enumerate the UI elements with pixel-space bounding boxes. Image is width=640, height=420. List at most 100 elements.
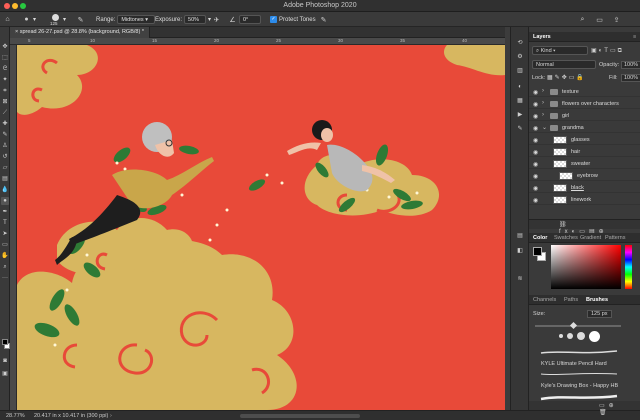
layer-black[interactable]: ◉ black xyxy=(529,183,640,193)
horizontal-scrollbar[interactable] xyxy=(240,414,360,418)
styles-icon[interactable]: ▦ xyxy=(516,97,524,105)
panel-menu-icon[interactable]: ≡ xyxy=(633,34,636,40)
tool-preset-picker[interactable]: ● ▾ xyxy=(22,14,36,25)
clone-stamp-tool-icon[interactable]: ♙ xyxy=(1,142,9,150)
healing-brush-tool-icon[interactable]: ✚ xyxy=(1,120,9,128)
chevron-right-icon[interactable]: › xyxy=(542,112,544,118)
tab-patterns[interactable]: Patterns xyxy=(605,235,625,241)
tab-color[interactable]: Color xyxy=(533,235,547,241)
slider-handle[interactable] xyxy=(569,321,578,330)
lock-icons[interactable]: ▦✎✥▭🔒 xyxy=(547,74,586,81)
visibility-eye-icon[interactable]: ◉ xyxy=(533,101,538,108)
brush-size-slider[interactable] xyxy=(535,321,621,330)
hand-tool-icon[interactable]: ✋ xyxy=(1,252,9,260)
color-picker-field[interactable] xyxy=(551,245,621,289)
libraries-icon[interactable]: ▥ xyxy=(516,67,524,75)
tab-channels[interactable]: Channels xyxy=(533,297,556,303)
layers-footer-buttons[interactable]: ⛓fx◐▭▤⊕🗑 xyxy=(529,219,640,242)
search-button[interactable]: ⌕ xyxy=(578,14,587,25)
document-tab[interactable]: × spread 26-27.psd @ 28.8% (background, … xyxy=(10,27,150,38)
path-select-tool-icon[interactable]: ➤ xyxy=(1,230,9,238)
layer-group-texture[interactable]: ◉ › texture xyxy=(529,87,640,97)
protect-tones-checkbox[interactable]: ✓ xyxy=(270,16,277,23)
screen-mode-icon[interactable]: ▣ xyxy=(1,370,9,378)
visibility-eye-icon[interactable]: ◉ xyxy=(533,113,538,120)
hue-slider[interactable] xyxy=(625,245,632,289)
lasso-tool-icon[interactable]: ᘓ xyxy=(1,65,9,73)
brushes-footer-buttons[interactable]: ▭⊕🗑 xyxy=(529,401,640,416)
visibility-eye-icon[interactable]: ◉ xyxy=(533,197,538,204)
shape-tool-icon[interactable]: ▭ xyxy=(1,241,9,249)
frame-tool-icon[interactable]: ⊠ xyxy=(1,98,9,106)
fill-field[interactable]: 100% xyxy=(621,74,640,82)
chevron-down-icon[interactable]: ⌄ xyxy=(542,124,547,131)
layer-glasses[interactable]: ◉ glasses xyxy=(529,135,640,145)
quick-select-tool-icon[interactable]: ✦ xyxy=(1,76,9,84)
brush-item[interactable]: Kyle's Drawing Box - Happy HB xyxy=(541,383,618,389)
layer-group-girl[interactable]: ◉ › girl xyxy=(529,111,640,121)
channels-icon[interactable]: ≋ xyxy=(516,275,524,283)
tab-layers[interactable]: Layers xyxy=(533,34,551,40)
marquee-tool-icon[interactable]: ⬚ xyxy=(1,54,9,62)
blur-tool-icon[interactable]: 💧 xyxy=(1,186,9,194)
layer-group-grandma[interactable]: ◉ ⌄ grandma xyxy=(529,123,640,133)
layer-sweater[interactable]: ◉ sweater xyxy=(529,159,640,169)
eyedropper-tool-icon[interactable]: ⟋ xyxy=(1,109,9,117)
vertical-ruler[interactable] xyxy=(10,45,17,410)
color-icon[interactable]: ◧ xyxy=(516,247,524,255)
history-brush-tool-icon[interactable]: ↺ xyxy=(1,153,9,161)
brush-preset-picker[interactable]: 125 ▾ xyxy=(50,13,66,26)
pressure-size-button[interactable]: ✎ xyxy=(319,14,328,25)
visibility-eye-icon[interactable]: ◉ xyxy=(533,173,538,180)
blend-mode-select[interactable]: Normal xyxy=(532,60,596,69)
visibility-eye-icon[interactable]: ◉ xyxy=(533,89,538,96)
visibility-eye-icon[interactable]: ◉ xyxy=(533,161,538,168)
quick-mask-icon[interactable]: ◙ xyxy=(1,357,9,365)
brush-item[interactable]: KYLE Ultimate Pencil Hard xyxy=(541,361,607,367)
chevron-down-icon[interactable]: ▾ xyxy=(208,16,211,23)
layer-hair[interactable]: ◉ hair xyxy=(529,147,640,157)
more-tools-icon[interactable]: ··· xyxy=(1,274,9,282)
brush-tool-icon[interactable]: ✎ xyxy=(1,131,9,139)
zoom-tool-icon[interactable]: ⌕ xyxy=(1,263,9,271)
range-select[interactable]: Midtones ▾ xyxy=(117,15,156,24)
layer-group-flowers[interactable]: ◉ › flowers over characters xyxy=(529,99,640,109)
crop-tool-icon[interactable]: ⌗ xyxy=(1,87,9,95)
move-tool-icon[interactable]: ✥ xyxy=(1,43,9,51)
visibility-eye-icon[interactable]: ◉ xyxy=(533,185,538,192)
actions-icon[interactable]: ▶ xyxy=(516,111,524,119)
document-canvas[interactable] xyxy=(17,45,505,410)
chevron-right-icon[interactable]: › xyxy=(542,100,544,106)
brush-settings-button[interactable]: ✎ xyxy=(76,14,85,25)
exposure-field[interactable]: 50% xyxy=(184,15,207,24)
tab-brushes[interactable]: Brushes xyxy=(586,297,608,303)
brush-settings-icon[interactable]: ✎ xyxy=(516,125,524,133)
opacity-field[interactable]: 100% xyxy=(621,61,640,69)
tab-swatches[interactable]: Swatches xyxy=(554,235,578,241)
layer-linework[interactable]: ◉ linework xyxy=(529,195,640,205)
chevron-right-icon[interactable]: › xyxy=(542,88,544,94)
adjustments-icon[interactable]: ◐ xyxy=(516,83,524,91)
layer-eyebrow[interactable]: ◉ eyebrow xyxy=(529,171,640,181)
airbrush-button[interactable]: ✈ xyxy=(212,14,221,25)
tab-paths[interactable]: Paths xyxy=(564,297,578,303)
share-button[interactable]: ⇪ xyxy=(612,14,621,25)
swatches-icon[interactable]: ▤ xyxy=(516,232,524,240)
properties-icon[interactable]: ⚙ xyxy=(516,53,524,61)
brush-size-field[interactable]: 125 px xyxy=(587,310,612,318)
brush-tip-previews[interactable] xyxy=(559,330,629,342)
home-button[interactable]: ⌂ xyxy=(3,14,12,25)
visibility-eye-icon[interactable]: ◉ xyxy=(533,149,538,156)
layer-filter-icons[interactable]: ▣◐T▭⧉ xyxy=(591,47,624,55)
tab-gradient[interactable]: Gradient xyxy=(580,235,601,241)
angle-field[interactable]: 0° xyxy=(239,15,261,24)
pen-tool-icon[interactable]: ✒ xyxy=(1,208,9,216)
color-foreground-swatch[interactable] xyxy=(533,247,542,256)
gradient-tool-icon[interactable]: ▤ xyxy=(1,175,9,183)
foreground-color-swatch[interactable] xyxy=(2,339,8,345)
visibility-eye-icon[interactable]: ◉ xyxy=(533,125,538,132)
chevron-right-icon[interactable]: › xyxy=(110,413,112,419)
visibility-eye-icon[interactable]: ◉ xyxy=(533,137,538,144)
eraser-tool-icon[interactable]: ▱ xyxy=(1,164,9,172)
layer-filter-kind[interactable]: ⌕ Kind ▾ xyxy=(532,46,588,55)
